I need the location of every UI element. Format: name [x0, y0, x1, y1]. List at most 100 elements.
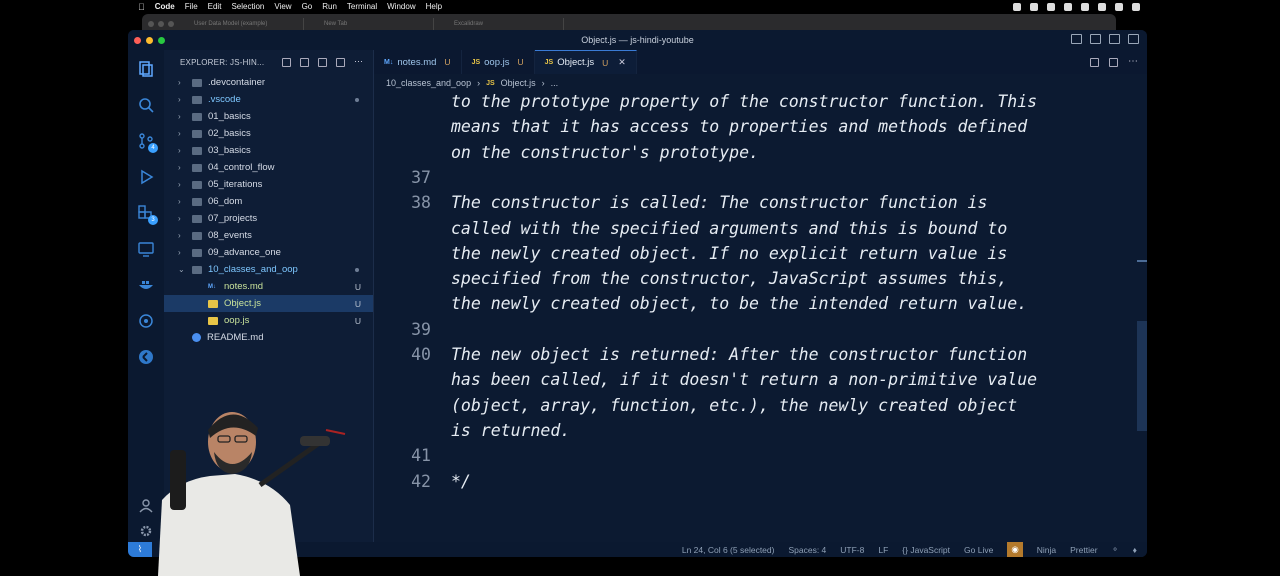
code-line[interactable]: means that it has access to properties a…: [374, 114, 1134, 139]
status-icon[interactable]: [1013, 2, 1021, 11]
run-debug-icon[interactable]: [137, 168, 155, 186]
new-folder-icon[interactable]: [300, 57, 309, 67]
tree-item[interactable]: ⌄ 10_classes_and_oop: [164, 261, 373, 278]
code-line[interactable]: 42 */: [374, 469, 1134, 494]
code-line[interactable]: specified from the constructor, JavaScri…: [374, 266, 1134, 291]
encoding[interactable]: UTF-8: [840, 545, 864, 555]
search-icon[interactable]: [137, 96, 155, 114]
code-line[interactable]: 40 The new object is returned: After the …: [374, 342, 1134, 367]
tree-item[interactable]: › 02_basics: [164, 125, 373, 142]
copilot-icon[interactable]: ◉: [1007, 542, 1023, 557]
source-control-icon[interactable]: 4: [137, 132, 158, 153]
code-line[interactable]: 38 The constructor is called: The constru…: [374, 190, 1134, 215]
tree-item[interactable]: › 04_control_flow: [164, 159, 373, 176]
toggle-sidebar-icon[interactable]: [1071, 34, 1082, 44]
tab-object-js[interactable]: JS Object.js U ✕: [534, 50, 637, 74]
language-mode[interactable]: {} JavaScript: [902, 545, 950, 555]
go-live-button[interactable]: Go Live: [964, 545, 993, 555]
browser-close-dot[interactable]: [148, 21, 154, 27]
customize-layout-icon[interactable]: [1128, 34, 1139, 44]
notifications-bell-icon[interactable]: ♦: [1133, 545, 1137, 555]
remote-explorer-icon[interactable]: [137, 240, 155, 258]
tree-item[interactable]: README.md: [164, 329, 373, 346]
chevron-right-icon: ›: [178, 163, 181, 172]
indentation[interactable]: Spaces: 4: [788, 545, 826, 555]
menu-go[interactable]: Go: [302, 2, 313, 11]
code-line[interactable]: 41: [374, 443, 1134, 468]
tab-notes-md[interactable]: M↓ notes.md U: [374, 50, 462, 74]
menu-file[interactable]: File: [185, 2, 198, 11]
status-icon[interactable]: [1064, 2, 1072, 11]
menu-run[interactable]: Run: [322, 2, 337, 11]
browser-tab[interactable]: Excalidraw: [438, 18, 564, 30]
apple-icon[interactable]: : [138, 2, 145, 12]
menu-help[interactable]: Help: [426, 2, 442, 11]
browser-tab[interactable]: New Tab: [308, 18, 434, 30]
ninja-status[interactable]: Ninja: [1037, 545, 1056, 555]
tree-item[interactable]: › 03_basics: [164, 142, 373, 159]
code-line[interactable]: 39: [374, 317, 1134, 342]
menu-edit[interactable]: Edit: [208, 2, 222, 11]
split-editor-icon[interactable]: [1109, 57, 1118, 67]
code-line[interactable]: (object, array, function, etc.), the new…: [374, 393, 1134, 418]
menu-terminal[interactable]: Terminal: [347, 2, 377, 11]
tree-item[interactable]: › 07_projects: [164, 210, 373, 227]
code-line[interactable]: called with the specified arguments and …: [374, 216, 1134, 241]
tree-item[interactable]: › 01_basics: [164, 108, 373, 125]
browser-tab[interactable]: User Data Model (example): [178, 18, 304, 30]
tree-item[interactable]: › 08_events: [164, 227, 373, 244]
code-line[interactable]: on the constructor's prototype.: [374, 140, 1134, 165]
feedback-icon[interactable]: ⚬: [1112, 544, 1119, 555]
status-icon[interactable]: [1030, 2, 1038, 11]
tree-item[interactable]: › 05_iterations: [164, 176, 373, 193]
more-actions-icon[interactable]: ⋯: [1128, 56, 1138, 67]
code-line[interactable]: the newly created object. If no explicit…: [374, 241, 1134, 266]
menu-selection[interactable]: Selection: [231, 2, 264, 11]
accounts-icon[interactable]: [137, 312, 155, 330]
extensions-icon[interactable]: 3: [137, 204, 158, 225]
breadcrumb-rest[interactable]: ...: [551, 78, 559, 88]
code-line[interactable]: has been called, if it doesn't return a …: [374, 367, 1134, 392]
scrollbar-thumb[interactable]: [1137, 321, 1147, 431]
tree-item[interactable]: › 09_advance_one: [164, 244, 373, 261]
status-icon[interactable]: [1081, 2, 1089, 11]
breadcrumb-folder[interactable]: 10_classes_and_oop: [386, 78, 471, 88]
end-of-line[interactable]: LF: [878, 545, 888, 555]
explorer-icon[interactable]: [137, 60, 155, 78]
tree-item-label: 10_classes_and_oop: [208, 264, 298, 275]
toggle-panel-icon[interactable]: [1090, 34, 1101, 44]
browser-max-dot[interactable]: [168, 21, 174, 27]
status-icon[interactable]: [1047, 2, 1055, 11]
menu-window[interactable]: Window: [387, 2, 415, 11]
control-center-icon[interactable]: [1132, 2, 1140, 11]
cursor-position[interactable]: Ln 24, Col 6 (5 selected): [682, 545, 775, 555]
prettier-status[interactable]: Prettier: [1070, 545, 1097, 555]
tree-item[interactable]: oop.js U: [164, 312, 373, 329]
menu-view[interactable]: View: [274, 2, 291, 11]
code-line[interactable]: to the prototype property of the constru…: [374, 91, 1134, 114]
code-line[interactable]: 37: [374, 165, 1134, 190]
tab-oop-js[interactable]: JS oop.js U: [462, 50, 535, 74]
breadcrumb-file[interactable]: Object.js: [501, 78, 536, 88]
toggle-secondary-sidebar-icon[interactable]: [1109, 34, 1120, 44]
tree-item[interactable]: › .vscode: [164, 91, 373, 108]
containers-icon[interactable]: [137, 276, 155, 294]
collapse-all-icon[interactable]: [336, 57, 345, 67]
menu-app-name[interactable]: Code: [155, 2, 175, 11]
browser-min-dot[interactable]: [158, 21, 164, 27]
wifi-icon[interactable]: [1098, 2, 1106, 11]
code-line[interactable]: is returned.: [374, 418, 1134, 443]
close-tab-icon[interactable]: ✕: [618, 57, 626, 68]
more-actions-icon[interactable]: ⋯: [354, 56, 363, 67]
tree-item[interactable]: Object.js U: [164, 295, 373, 312]
tree-item[interactable]: M↓ notes.md U: [164, 278, 373, 295]
search-icon[interactable]: [1115, 2, 1123, 11]
tree-item[interactable]: › 06_dom: [164, 193, 373, 210]
new-file-icon[interactable]: [282, 57, 291, 67]
refresh-icon[interactable]: [318, 57, 327, 67]
live-share-icon[interactable]: [137, 348, 155, 366]
code-line[interactable]: the newly created object, to be the inte…: [374, 291, 1134, 316]
tree-item[interactable]: › .devcontainer: [164, 74, 373, 91]
code-editor[interactable]: to the prototype property of the constru…: [374, 91, 1134, 542]
open-changes-icon[interactable]: [1090, 57, 1099, 67]
